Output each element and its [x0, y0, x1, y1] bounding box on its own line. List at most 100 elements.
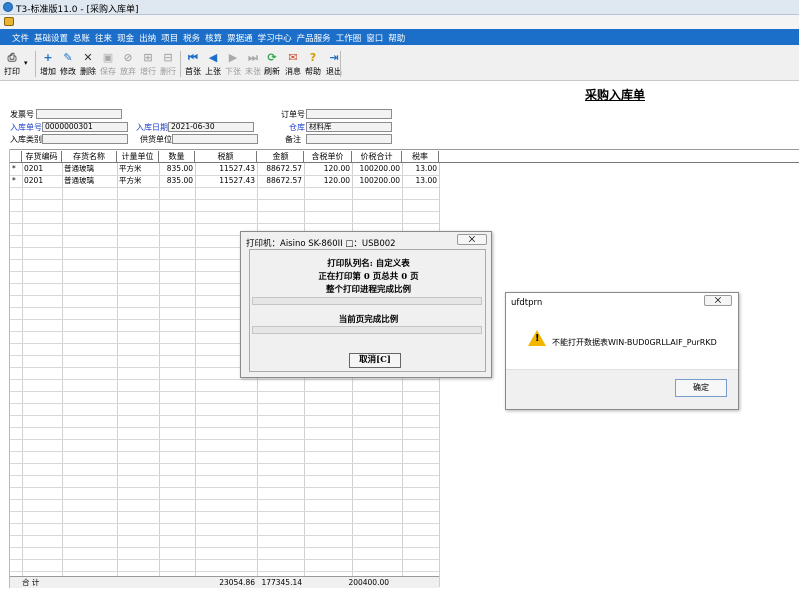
printer-icon: ⎙	[7, 51, 17, 64]
total-sum: 200400.00	[348, 578, 389, 587]
grid-row-line	[10, 199, 439, 200]
total-tax: 23054.86	[219, 578, 255, 587]
toolbar-button-label: 首张	[185, 67, 201, 76]
grid-header: 存货编码 存货名称 计量单位 数量 税额 金额 含税单价 价税合计 税率	[10, 151, 799, 163]
window-title: T3-标准版11.0 - [采购入库单]	[16, 5, 139, 15]
menu-item-12[interactable]: 工作圈	[336, 32, 362, 44]
menu-item-8[interactable]: 核算	[205, 32, 222, 44]
error-dialog-close-button[interactable]: ⨉	[704, 295, 732, 306]
toolbar-button-14[interactable]: ? 帮助	[303, 51, 323, 79]
receipt-date-field[interactable]: 2021-06-30	[168, 122, 254, 132]
grid-cell[interactable]: 100200.00	[352, 175, 402, 187]
toolbar-button-8[interactable]: ⏮ 首张	[183, 51, 203, 79]
grid-row-line	[10, 415, 439, 416]
grid-cell[interactable]: 0201	[22, 163, 62, 175]
toolbar-button-0[interactable]: ⎙ 打印	[2, 51, 22, 79]
delete-icon: ✕	[83, 51, 93, 64]
menu-item-0[interactable]: 文件	[12, 32, 29, 44]
menu-item-14[interactable]: 帮助	[388, 32, 405, 44]
grid-cell[interactable]: 11527.43	[195, 175, 257, 187]
discard-icon: ⊘	[123, 51, 133, 64]
grid-row-line	[10, 403, 439, 404]
toolbar-button-2[interactable]: ✎ 修改	[58, 51, 78, 79]
grid-header-cell[interactable]: 数量	[159, 151, 195, 163]
menu-item-1[interactable]: 基础设置	[34, 32, 68, 44]
remark-field[interactable]	[306, 134, 392, 144]
category-field[interactable]	[42, 134, 128, 144]
menu-item-10[interactable]: 学习中心	[258, 32, 292, 44]
grid-header-cell[interactable]: 计量单位	[117, 151, 159, 163]
cancel-button[interactable]: 取消[C]	[349, 353, 401, 368]
grid-cell[interactable]: 13.00	[402, 175, 439, 187]
menu-item-9[interactable]: 票据通	[227, 32, 253, 44]
toolbar-button-label: 保存	[100, 67, 116, 76]
toolbar-button-10[interactable]: ▶ 下张	[223, 51, 243, 79]
grid-header-cell[interactable]: 税率	[402, 151, 439, 163]
grid-cell[interactable]: 835.00	[159, 163, 195, 175]
grid-header-cell[interactable]: 金额	[258, 151, 304, 163]
toolbar-button-6[interactable]: ⊞ 增行	[138, 51, 158, 79]
grid-row-line	[10, 547, 439, 548]
toolbar-button-15[interactable]: ⇥ 退出	[323, 51, 345, 79]
toolbar-button-label: 退出	[326, 67, 342, 76]
toolbar-button-11[interactable]: ⏭ 末张	[243, 51, 263, 79]
receipt-no-field[interactable]: 0000000301	[42, 122, 128, 132]
toolbar-button-9[interactable]: ◀ 上张	[203, 51, 223, 79]
grid-cell[interactable]: 平方米	[117, 175, 159, 187]
menu-item-11[interactable]: 产品服务	[297, 32, 331, 44]
toolbar-button-label: 消息	[285, 67, 301, 76]
toolbar-button-4[interactable]: ▣ 保存	[98, 51, 118, 79]
menu-item-13[interactable]: 窗口	[366, 32, 383, 44]
grid-row-line	[10, 499, 439, 500]
grid-cell[interactable]: 120.00	[304, 163, 352, 175]
grid-header-cell[interactable]: 价税合计	[352, 151, 402, 163]
toolbar-button-13[interactable]: ✉ 消息	[283, 51, 303, 79]
grid-total-row: 合 计 23054.86 177345.14 200400.00	[10, 576, 439, 588]
toolbar-button-label: 上张	[205, 67, 221, 76]
remark-label: 备注	[285, 135, 301, 144]
grid-row-line	[10, 379, 439, 380]
document-icon[interactable]	[4, 17, 14, 26]
toolbar-button-label: 删行	[160, 67, 176, 76]
grid-header-cell[interactable]: 存货名称	[62, 151, 117, 163]
grid-header-marker	[10, 151, 22, 163]
grid-cell[interactable]: 11527.43	[195, 163, 257, 175]
menu-item-4[interactable]: 现金	[117, 32, 134, 44]
grid-row-line	[10, 391, 439, 392]
grid-cell[interactable]: 835.00	[159, 175, 195, 187]
grid-header-cell[interactable]: 税额	[195, 151, 257, 163]
menu-item-2[interactable]: 总账	[73, 32, 90, 44]
toolbar-button-12[interactable]: ⟳ 刷新	[262, 51, 282, 79]
grid-cell[interactable]: 0201	[22, 175, 62, 187]
print-dialog-body: 打印队列名: 自定义表 正在打印第 0 页总共 0 页 整个打印进程完成比例 当…	[249, 249, 486, 372]
grid-cell[interactable]: 平方米	[117, 163, 159, 175]
menu-item-6[interactable]: 项目	[161, 32, 178, 44]
grid-cell[interactable]: 普通玻璃	[62, 163, 117, 175]
warehouse-field[interactable]: 材料库	[306, 122, 392, 132]
menu-item-5[interactable]: 出纳	[139, 32, 156, 44]
menu-item-3[interactable]: 往来	[95, 32, 112, 44]
supplier-field[interactable]	[172, 134, 258, 144]
ok-button[interactable]: 确定	[675, 379, 727, 397]
overall-progress-label: 整个打印进程完成比例	[325, 285, 411, 295]
print-dialog-close-button[interactable]: ⨉	[457, 234, 487, 245]
grid-cell[interactable]: 普通玻璃	[62, 175, 117, 187]
grid-row-line	[10, 187, 439, 188]
save-icon: ▣	[102, 51, 114, 64]
toolbar-button-3[interactable]: ✕ 删除	[78, 51, 98, 79]
grid-cell[interactable]: 120.00	[304, 175, 352, 187]
grid-cell[interactable]: 100200.00	[352, 163, 402, 175]
toolbar-button-1[interactable]: + 增加	[38, 51, 58, 79]
grid-row-line	[10, 523, 439, 524]
grid-header-cell[interactable]: 含税单价	[304, 151, 352, 163]
grid-cell[interactable]: 88672.57	[258, 175, 304, 187]
toolbar-button-7[interactable]: ⊟ 删行	[158, 51, 178, 79]
grid-cell[interactable]: 88672.57	[258, 163, 304, 175]
order-no-field[interactable]	[306, 109, 392, 119]
menu-item-7[interactable]: 税务	[183, 32, 200, 44]
grid-header-cell[interactable]: 存货编码	[22, 151, 62, 163]
invoice-no-field[interactable]	[36, 109, 122, 119]
print-dropdown-icon[interactable]: ▾	[24, 59, 28, 67]
toolbar-button-5[interactable]: ⊘ 放弃	[118, 51, 138, 79]
grid-cell[interactable]: 13.00	[402, 163, 439, 175]
